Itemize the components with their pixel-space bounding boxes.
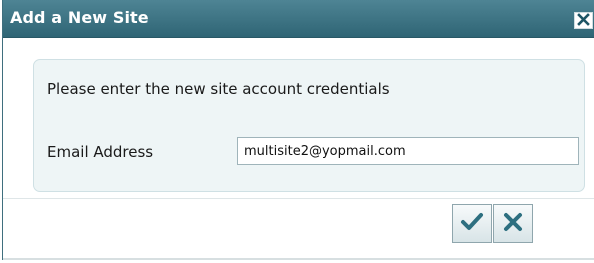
email-address-label: Email Address <box>47 143 154 161</box>
close-button[interactable] <box>574 12 593 29</box>
dialog-bottom-edge <box>3 258 594 260</box>
ok-button[interactable] <box>452 204 492 243</box>
x-icon <box>503 212 523 236</box>
close-icon <box>577 11 590 30</box>
dialog-titlebar: Add a New Site <box>3 0 594 38</box>
footer-divider <box>3 198 594 199</box>
checkmark-icon <box>460 212 484 236</box>
instruction-text: Please enter the new site account creden… <box>47 80 390 98</box>
dialog-title: Add a New Site <box>10 8 149 27</box>
add-site-dialog: Add a New Site Please enter the new site… <box>2 0 594 260</box>
credentials-panel: Please enter the new site account creden… <box>33 59 585 192</box>
email-address-input[interactable] <box>237 137 579 165</box>
cancel-button[interactable] <box>493 204 533 243</box>
